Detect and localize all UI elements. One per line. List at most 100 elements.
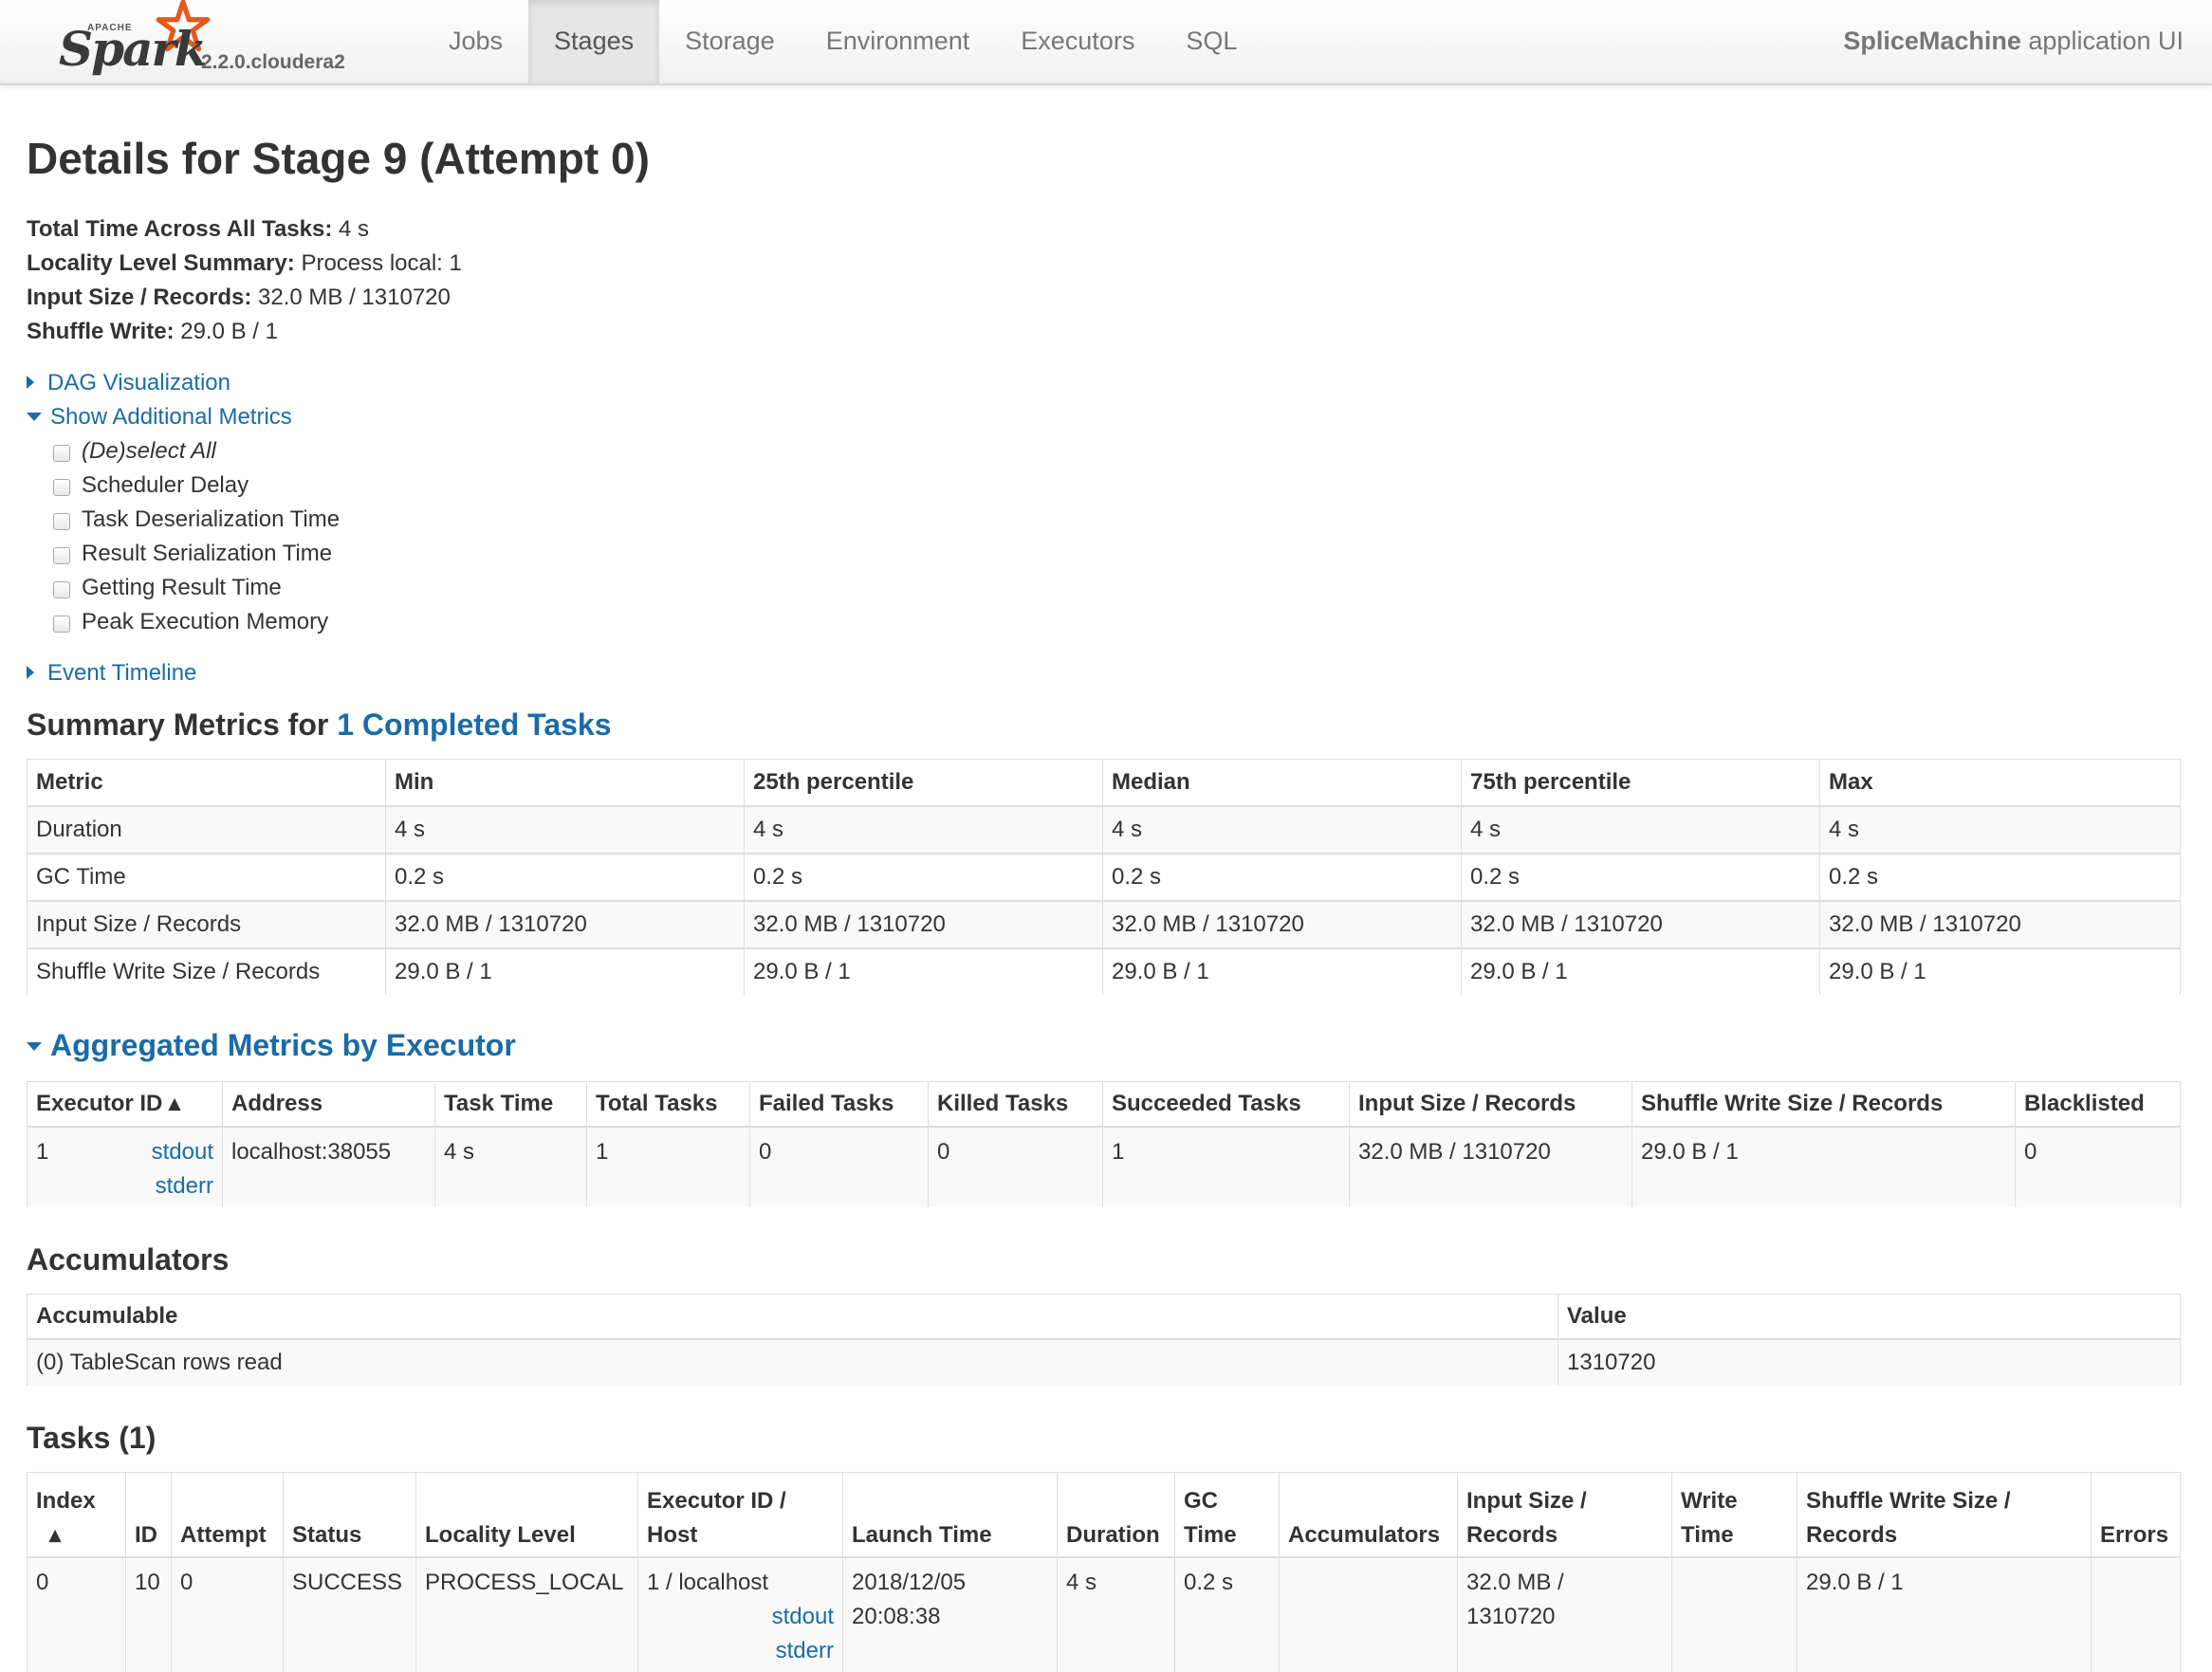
- completed-tasks-link[interactable]: 1 Completed Tasks: [337, 707, 611, 742]
- event-timeline-toggle[interactable]: Event Timeline: [27, 660, 196, 687]
- table-cell: Duration: [27, 805, 386, 854]
- stderr-link[interactable]: stderr: [152, 1169, 213, 1203]
- tasks-table: Index ▴ ID Attempt Status Locality Level …: [27, 1472, 2181, 1672]
- tab-sql[interactable]: SQL: [1160, 0, 1263, 83]
- column-header[interactable]: ID: [125, 1472, 172, 1558]
- column-header[interactable]: Input Size / Records: [1457, 1472, 1672, 1558]
- metric-option-peak-execution-memory[interactable]: Peak Execution Memory: [53, 609, 328, 635]
- stdout-link[interactable]: stdout: [647, 1600, 834, 1634]
- tab-stages[interactable]: Stages: [528, 0, 660, 83]
- column-header[interactable]: Status: [283, 1472, 416, 1558]
- column-header[interactable]: Median: [1102, 759, 1462, 807]
- checkbox[interactable]: [53, 479, 70, 496]
- stdout-link[interactable]: stdout: [152, 1135, 213, 1169]
- metric-option-getting-result-time[interactable]: Getting Result Time: [53, 575, 282, 601]
- tab-executors[interactable]: Executors: [995, 0, 1160, 83]
- input-records: 1310720: [1466, 1604, 1556, 1629]
- summary-metrics-table: Metric Min 25th percentile Median 75th p…: [27, 759, 2181, 995]
- table-cell: 29.0 B / 1: [1102, 947, 1462, 995]
- metric-option-label: Result Serialization Time: [82, 541, 333, 566]
- executor-metrics-table: Executor ID ▴ Address Task Time Total Ta…: [27, 1081, 2181, 1207]
- metric-option-scheduler-delay[interactable]: Scheduler Delay: [53, 472, 249, 499]
- metric-option-task-deserialization[interactable]: Task Deserialization Time: [53, 506, 340, 533]
- column-header[interactable]: 25th percentile: [744, 759, 1103, 807]
- table-header-row: Index ▴ ID Attempt Status Locality Level …: [27, 1472, 2181, 1558]
- checkbox[interactable]: [53, 581, 70, 598]
- column-header[interactable]: Total Tasks: [586, 1081, 750, 1128]
- column-header[interactable]: 75th percentile: [1461, 759, 1820, 807]
- executor-host: 1 / localhost: [647, 1570, 769, 1595]
- column-header[interactable]: Task Time: [434, 1081, 587, 1128]
- metric-option-label: Task Deserialization Time: [82, 506, 341, 532]
- additional-metrics-label: Show Additional Metrics: [50, 404, 292, 430]
- caret-down-icon: [27, 412, 42, 421]
- column-header-index[interactable]: Index ▴: [27, 1472, 126, 1558]
- column-header[interactable]: Input Size / Records: [1349, 1081, 1632, 1128]
- column-header[interactable]: Min: [385, 759, 745, 807]
- metric-option-deselect-all[interactable]: (De)select All: [53, 438, 216, 465]
- table-header-row: Executor ID ▴ Address Task Time Total Ta…: [27, 1081, 2181, 1128]
- checkbox[interactable]: [53, 513, 70, 530]
- column-header[interactable]: Accumulable: [27, 1294, 1558, 1340]
- column-header[interactable]: Accumulators: [1279, 1472, 1458, 1558]
- task-launch-time-cell: 2018/12/05 20:08:38: [842, 1557, 1058, 1672]
- column-header[interactable]: Errors: [2091, 1472, 2181, 1558]
- checkbox[interactable]: [53, 547, 70, 564]
- top-navbar: APACHE Spark 2.2.0.cloudera2 Jobs Stages…: [0, 0, 2212, 85]
- checkbox[interactable]: [53, 616, 70, 633]
- column-header[interactable]: Blacklisted: [2015, 1081, 2181, 1128]
- column-header[interactable]: Shuffle Write Size / Records: [1631, 1081, 2016, 1128]
- checkbox[interactable]: [53, 445, 70, 462]
- accumulable-value-cell: 1310720: [1558, 1339, 2181, 1386]
- table-cell: 0.2 s: [1461, 853, 1820, 901]
- column-header[interactable]: Write Time: [1671, 1472, 1797, 1558]
- task-accumulators-cell: [1279, 1557, 1458, 1672]
- header-line: Host: [647, 1522, 698, 1548]
- table-cell: 32.0 MB / 1310720: [1819, 900, 2181, 948]
- table-cell: 4 s: [1102, 805, 1462, 854]
- table-header-row: Metric Min 25th percentile Median 75th p…: [27, 759, 2181, 807]
- aggregated-metrics-toggle[interactable]: Aggregated Metrics by Executor: [27, 1028, 516, 1063]
- column-header[interactable]: Attempt: [171, 1472, 284, 1558]
- column-header[interactable]: Shuffle Write Size / Records: [1797, 1472, 2092, 1558]
- column-header[interactable]: Executor ID / Host: [637, 1472, 843, 1558]
- additional-metrics-toggle[interactable]: Show Additional Metrics: [27, 404, 292, 431]
- column-header[interactable]: Address: [222, 1081, 435, 1128]
- column-header[interactable]: Max: [1819, 759, 2181, 807]
- tab-jobs[interactable]: Jobs: [423, 0, 528, 83]
- column-header[interactable]: Killed Tasks: [928, 1081, 1103, 1128]
- column-header[interactable]: Succeeded Tasks: [1102, 1081, 1350, 1128]
- table-row: (0) TableScan rows read 1310720: [27, 1339, 2181, 1386]
- blacklisted-cell: 0: [2015, 1127, 2181, 1207]
- brand-name: Spark: [59, 21, 207, 77]
- column-header[interactable]: Duration: [1057, 1472, 1175, 1558]
- table-cell: 32.0 MB / 1310720: [1102, 900, 1462, 948]
- total-time-label: Total Time Across All Tasks:: [27, 216, 333, 242]
- task-time-cell: 4 s: [434, 1127, 587, 1207]
- input-size-label: Input Size / Records:: [27, 285, 252, 310]
- log-links: stdout stderr: [647, 1600, 834, 1668]
- column-header[interactable]: Value: [1558, 1294, 2181, 1340]
- dag-visualization-toggle[interactable]: DAG Visualization: [27, 370, 230, 396]
- header-line: Executor ID /: [647, 1488, 786, 1514]
- table-cell: GC Time: [27, 853, 386, 901]
- table-cell: 0.2 s: [744, 853, 1103, 901]
- address-cell: localhost:38055: [222, 1127, 435, 1207]
- metric-option-label: Peak Execution Memory: [82, 609, 329, 634]
- header-line: Time: [1184, 1522, 1237, 1548]
- column-header[interactable]: Launch Time: [842, 1472, 1058, 1558]
- failed-tasks-cell: 0: [749, 1127, 929, 1207]
- task-duration-cell: 4 s: [1057, 1557, 1175, 1672]
- tab-environment[interactable]: Environment: [801, 0, 996, 83]
- tab-storage[interactable]: Storage: [659, 0, 801, 83]
- spark-logo[interactable]: APACHE Spark 2.2.0.cloudera2: [59, 0, 362, 80]
- column-header[interactable]: Failed Tasks: [749, 1081, 929, 1128]
- locality-summary-label: Locality Level Summary:: [27, 250, 295, 276]
- stderr-link[interactable]: stderr: [647, 1634, 834, 1668]
- metric-option-result-serialization[interactable]: Result Serialization Time: [53, 541, 332, 567]
- column-header[interactable]: Metric: [27, 759, 386, 807]
- column-header[interactable]: GC Time: [1174, 1472, 1280, 1558]
- column-header-executor-id[interactable]: Executor ID ▴: [27, 1081, 223, 1128]
- spark-version: 2.2.0.cloudera2: [201, 51, 345, 73]
- column-header[interactable]: Locality Level: [415, 1472, 638, 1558]
